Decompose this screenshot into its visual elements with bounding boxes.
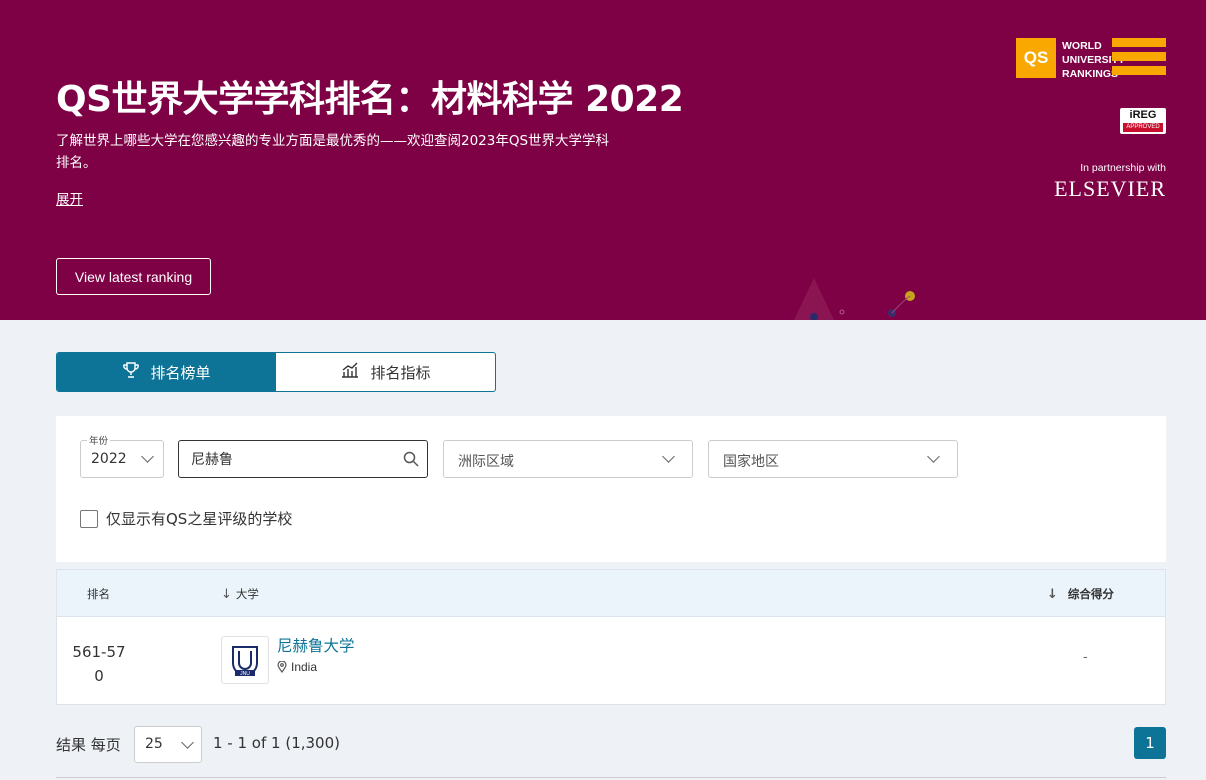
year-select-value: 2022 [91,451,127,467]
partnership-label: In partnership with [1080,162,1166,174]
column-header-university-label: 大学 [235,587,259,601]
country-select-value: 国家地区 [723,454,779,470]
year-select-label: 年份 [87,433,111,447]
qs-badge: QS [1016,38,1056,78]
sort-arrow-icon: ↓ [221,586,232,602]
search-icon[interactable] [403,451,419,467]
rank-value: 561-570 [72,643,126,685]
ireg-label: iREG [1129,109,1157,121]
university-logo: JNU [221,636,269,684]
university-country: India [291,660,318,674]
university-name-link[interactable]: 尼赫鲁大学 [277,634,355,656]
chart-icon [340,361,360,383]
chevron-down-icon [181,736,194,749]
results-summary: 1 - 1 of 1 (1,300) [213,734,340,752]
column-header-rank-label: 排名 [87,587,110,601]
filter-panel: 年份 2022 洲际区域 国家地区 仅显示有QS之星评级的学校 [56,416,1166,562]
sort-arrow-icon: ↓ [1047,586,1058,602]
per-page-select[interactable]: 25 [134,726,202,763]
divider [56,777,1166,778]
university-logo-text: JNU [240,671,250,677]
chevron-down-icon [662,450,675,463]
ireg-approved-label: APPROVED [1123,123,1163,132]
page-button-current[interactable]: 1 [1134,727,1166,759]
region-select-value: 洲际区域 [458,454,514,470]
column-header-score-label: 综合得分 [1067,587,1114,601]
search-box[interactable] [178,440,428,478]
table-header: 排名 ↓ 大学 ↓ 综合得分 [57,570,1165,617]
page-title: QS世界大学学科排名：材料科学 2022 [56,79,684,120]
table-row[interactable]: 561-570 JNU 尼赫鲁大学 India - [57,618,1165,704]
region-select[interactable]: 洲际区域 [443,440,693,478]
elsevier-logo[interactable]: ELSEVIER [1054,176,1166,202]
view-latest-ranking-button[interactable]: View latest ranking [56,258,211,295]
pagination-bar: 结果 每页 25 1 - 1 of 1 (1,300) 1 [56,726,1166,763]
search-input[interactable] [191,449,391,469]
tab-indicators[interactable]: 排名指标 [276,353,495,391]
location-pin-icon [277,661,287,673]
decorative-illustration [794,278,915,320]
tab-rankings[interactable]: 排名榜单 [57,353,276,391]
stars-filter[interactable]: 仅显示有QS之星评级的学校 [80,508,292,529]
per-page-value: 25 [145,736,163,752]
chevron-down-icon [141,450,154,463]
university-location: India [277,660,317,674]
ranking-table: 排名 ↓ 大学 ↓ 综合得分 561-570 JNU 尼赫鲁大学 India - [56,569,1166,705]
column-header-score[interactable]: ↓ 综合得分 [1047,586,1114,602]
column-header-university[interactable]: ↓ 大学 [221,586,259,602]
stars-checkbox[interactable] [80,509,98,528]
expand-link[interactable]: 展开 [56,188,83,208]
column-header-rank[interactable]: 排名 [87,586,110,602]
country-select[interactable]: 国家地区 [708,440,958,478]
view-tabs: 排名榜单 排名指标 [56,352,496,392]
qs-logo-bars [1112,38,1166,78]
page-description: 了解世界上哪些大学在您感兴趣的专业方面是最优秀的——欢迎查阅2023年QS世界大… [56,133,610,171]
stars-checkbox-label: 仅显示有QS之星评级的学校 [106,510,293,528]
ireg-approved-badge: iREG APPROVED [1120,108,1166,134]
overall-score: - [1083,650,1088,665]
year-select[interactable]: 年份 2022 [80,433,164,478]
tab-rankings-label: 排名榜单 [150,363,211,382]
trophy-icon [122,361,140,383]
results-per-page-label: 结果 每页 [56,736,121,754]
chevron-down-icon [927,450,940,463]
hero-banner: QS世界大学学科排名：材料科学 2022 了解世界上哪些大学在您感兴趣的专业方面… [0,0,1206,320]
qs-rankings-logo[interactable]: QS WORLD UNIVERSITY RANKINGS [1016,38,1166,80]
tab-indicators-label: 排名指标 [370,363,431,382]
